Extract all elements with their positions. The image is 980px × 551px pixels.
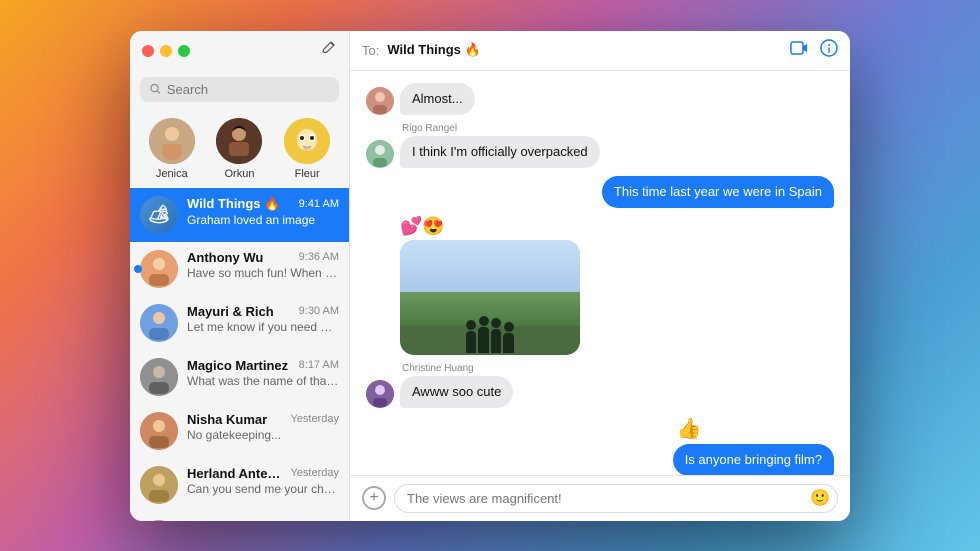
- conv-name: Mayuri & Rich: [187, 304, 274, 319]
- conv-content-magico-martinez: Magico Martinez 8:17 AM What was the nam…: [187, 358, 339, 388]
- conv-content-wild-things: Wild Things 🔥 9:41 AM Graham loved an im…: [187, 196, 339, 227]
- pinned-contact-orkun[interactable]: Orkun: [216, 118, 262, 180]
- conv-preview: What was the name of that '90s thriller …: [187, 374, 339, 388]
- sidebar: Jenica Orkun: [130, 31, 350, 521]
- avatar-jenica: [149, 118, 195, 164]
- conv-preview: Graham loved an image: [187, 213, 339, 227]
- conv-avatar-magico-martinez: [140, 358, 178, 396]
- contact-name-orkun: Orkun: [225, 168, 255, 180]
- conv-avatar-nisha-kumar: [140, 412, 178, 450]
- conv-item-magico-martinez[interactable]: Magico Martinez 8:17 AM What was the nam…: [130, 350, 349, 404]
- contact-name-jenica: Jenica: [156, 168, 188, 180]
- add-attachment-button[interactable]: +: [362, 486, 386, 510]
- conv-item-nisha-kumar[interactable]: Nisha Kumar Yesterday No gatekeeping...: [130, 404, 349, 458]
- msg-avatar-christine: [366, 380, 394, 408]
- message-almost: Almost...: [366, 83, 475, 115]
- conv-avatar-wild-things: 🏕: [140, 196, 178, 234]
- conv-name: Leticia Ibarra: [187, 520, 268, 521]
- bubble-film: Is anyone bringing film?: [673, 444, 834, 474]
- emoji-thumbsup: 👍: [677, 416, 702, 441]
- bubble-christine: Awww soo cute: [400, 376, 513, 408]
- search-input[interactable]: [167, 82, 329, 97]
- minimize-button[interactable]: [160, 45, 172, 57]
- conv-preview: Have so much fun! When are you back?: [187, 266, 339, 280]
- chat-messages: Almost... Rigo Rangel I think I'm offici…: [350, 71, 850, 475]
- message-input[interactable]: [394, 484, 838, 513]
- chat-input-bar: + 🙂: [350, 475, 850, 521]
- msg-avatar-rigo: [366, 140, 394, 168]
- search-bar: [140, 77, 339, 102]
- chat-header: To: Wild Things 🔥: [350, 31, 850, 71]
- conv-name: Wild Things 🔥: [187, 196, 280, 212]
- maximize-button[interactable]: [178, 45, 190, 57]
- traffic-lights: [142, 45, 190, 57]
- conv-name: Nisha Kumar: [187, 412, 267, 427]
- conv-avatar-anthony-wu: [140, 250, 178, 288]
- avatar-fleur: [284, 118, 330, 164]
- emoji-reaction-hearts: 💕😍: [400, 216, 580, 237]
- conv-content-nisha-kumar: Nisha Kumar Yesterday No gatekeeping...: [187, 412, 339, 442]
- sender-label-rigo: Rigo Rangel: [366, 123, 600, 134]
- conv-avatar-mayuri-rich: [140, 304, 178, 342]
- bubble-almost: Almost...: [400, 83, 475, 115]
- avatar-orkun: [216, 118, 262, 164]
- conv-name: Anthony Wu: [187, 250, 263, 265]
- close-button[interactable]: [142, 45, 154, 57]
- sender-label-christine: Christine Huang: [366, 363, 513, 374]
- conv-name: Herland Antezana: [187, 466, 286, 481]
- message-spain: This time last year we were in Spain: [602, 176, 834, 208]
- conv-time: Yesterday: [290, 413, 339, 425]
- message-christine: Christine Huang Awww soo cute: [366, 363, 513, 408]
- chat-area: To: Wild Things 🔥: [350, 31, 850, 521]
- conv-item-leticia-ibarra[interactable]: Leticia Ibarra 6/8/24 I'll bring my bino…: [130, 512, 349, 521]
- app-window: Jenica Orkun: [130, 31, 850, 521]
- contact-name-fleur: Fleur: [295, 168, 320, 180]
- pinned-contact-fleur[interactable]: Fleur: [284, 118, 330, 180]
- message-rigo: Rigo Rangel I think I'm officially overp…: [366, 123, 600, 168]
- bubble-rigo: I think I'm officially overpacked: [400, 136, 600, 168]
- conv-preview: Can you send me your chocolate chip cook…: [187, 482, 339, 496]
- conv-time: 9:30 AM: [299, 305, 339, 317]
- chat-recipient: Wild Things 🔥: [387, 42, 480, 58]
- conv-time: 9:41 AM: [299, 198, 339, 210]
- chat-photo-spain[interactable]: [400, 240, 580, 355]
- emoji-picker-button[interactable]: 🙂: [810, 488, 830, 508]
- conv-content-anthony-wu: Anthony Wu 9:36 AM Have so much fun! Whe…: [187, 250, 339, 280]
- conv-name: Magico Martinez: [187, 358, 288, 373]
- pinned-contact-jenica[interactable]: Jenica: [149, 118, 195, 180]
- conv-content-mayuri-rich: Mayuri & Rich 9:30 AM Let me know if you…: [187, 304, 339, 334]
- conv-content-herland-antezana: Herland Antezana Yesterday Can you send …: [187, 466, 339, 496]
- unread-dot: [134, 265, 142, 273]
- conv-item-anthony-wu[interactable]: Anthony Wu 9:36 AM Have so much fun! Whe…: [130, 242, 349, 296]
- conv-preview: No gatekeeping...: [187, 428, 339, 442]
- video-call-icon[interactable]: [790, 41, 808, 60]
- chat-to-label: To:: [362, 43, 379, 58]
- conv-time: Yesterday: [290, 467, 339, 479]
- conv-time: 8:17 AM: [299, 359, 339, 371]
- conv-avatar-leticia-ibarra: [140, 520, 178, 521]
- msg-avatar: [366, 87, 394, 115]
- conv-preview: Let me know if you need a ride!: [187, 320, 339, 334]
- compose-button[interactable]: [321, 40, 337, 61]
- titlebar: [130, 31, 349, 71]
- conv-item-mayuri-rich[interactable]: Mayuri & Rich 9:30 AM Let me know if you…: [130, 296, 349, 350]
- bubble-spain: This time last year we were in Spain: [602, 176, 834, 208]
- conv-content-leticia-ibarra: Leticia Ibarra 6/8/24 I'll bring my bino…: [187, 520, 339, 521]
- conv-item-herland-antezana[interactable]: Herland Antezana Yesterday Can you send …: [130, 458, 349, 512]
- conv-time: 9:36 AM: [299, 251, 339, 263]
- conversation-list: 🏕 Wild Things 🔥 9:41 AM Graham loved an …: [130, 188, 349, 521]
- conv-avatar-herland-antezana: [140, 466, 178, 504]
- chat-header-actions: [790, 39, 838, 62]
- conv-item-wild-things[interactable]: 🏕 Wild Things 🔥 9:41 AM Graham loved an …: [130, 188, 349, 242]
- pinned-contacts: Jenica Orkun: [130, 108, 349, 188]
- message-input-wrapper: 🙂: [394, 484, 838, 513]
- info-icon[interactable]: [820, 39, 838, 62]
